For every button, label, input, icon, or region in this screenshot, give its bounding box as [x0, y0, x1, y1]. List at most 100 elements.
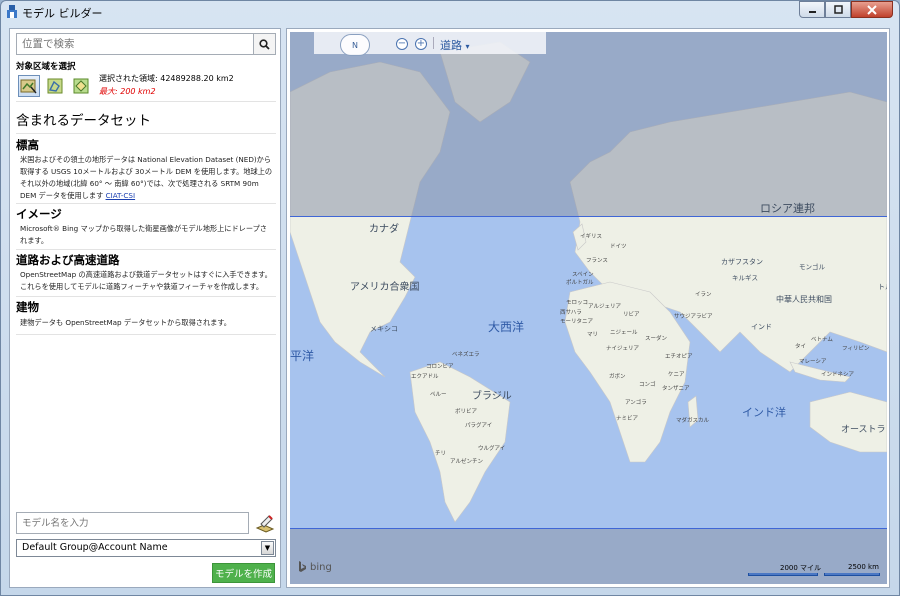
- maximize-icon: [833, 5, 843, 14]
- map-label: リビア: [623, 312, 640, 318]
- map-label: パラグアイ: [465, 423, 493, 429]
- section-title-buildings: 建物: [16, 300, 39, 314]
- map-label: インド洋: [742, 406, 786, 419]
- map-label: スーダン: [645, 336, 668, 342]
- map-label: タイ: [795, 344, 807, 350]
- region-select-tool[interactable]: [70, 75, 92, 97]
- map-style-label: 道路: [440, 39, 462, 52]
- scale-bar-miles: [748, 573, 818, 576]
- map-label: マリ: [587, 332, 599, 338]
- window-title: モデル ビルダー: [22, 7, 103, 20]
- compass-control[interactable]: N: [340, 34, 370, 56]
- map-toolbar: N − + 道路 ▾: [314, 32, 546, 56]
- map-label: モロッコ: [566, 300, 589, 306]
- map-label: 平洋: [290, 349, 315, 363]
- map-label: エチオピア: [665, 354, 693, 360]
- map-label: ブラジル: [472, 391, 512, 402]
- map-label: カナダ: [369, 224, 399, 235]
- model-options-button[interactable]: [254, 512, 276, 534]
- datasets-heading: 含まれるデータセット: [16, 113, 151, 129]
- map-label: ベネズエラ: [452, 352, 480, 358]
- search-input[interactable]: [17, 34, 253, 54]
- section-desc-roads: OpenStreetMap の高速道路および鉄道データセットはすぐに入手できます…: [20, 270, 272, 291]
- map-label: カザフスタン: [721, 258, 763, 266]
- title-bar: モデル ビルダー: [1, 1, 899, 23]
- section-desc-buildings: 建物データも OpenStreetMap データセットから取得されます。: [20, 318, 231, 327]
- toolbar-divider: [433, 37, 434, 49]
- area-select-label: 対象区域を選択: [16, 62, 76, 72]
- minimize-button[interactable]: [799, 1, 825, 18]
- map-label: 中華人民共和国: [776, 295, 832, 304]
- map-label: ウルグアイ: [478, 446, 506, 452]
- map-label: インド: [751, 323, 772, 331]
- divider: [16, 334, 276, 335]
- chevron-down-icon: ▾: [465, 42, 470, 51]
- rectangle-select-icon: [20, 79, 37, 94]
- divider: [16, 133, 276, 134]
- ciat-csi-link[interactable]: CIAT-CSI: [106, 191, 136, 200]
- minimize-icon: [808, 11, 816, 13]
- map-label: メキシコ: [370, 325, 398, 333]
- bing-logo: bing: [298, 561, 332, 573]
- dropdown-arrow-icon[interactable]: ▼: [261, 541, 274, 555]
- map-label: インドネシア: [821, 372, 855, 378]
- map-label: ボリビア: [455, 409, 478, 415]
- map-label: ニジェール: [610, 330, 638, 336]
- group-select[interactable]: Default Group@Account Name ▼: [16, 539, 276, 557]
- section-title-elevation: 標高: [16, 138, 39, 152]
- search-icon: [259, 38, 270, 50]
- map-label: トルコ: [878, 283, 887, 291]
- scale-km: 2500 km: [848, 563, 879, 571]
- scale-bar-km: [824, 573, 880, 576]
- create-model-button[interactable]: モデルを作成: [212, 563, 275, 583]
- map-label: マレーシア: [799, 359, 827, 365]
- map-style-dropdown[interactable]: 道路 ▾: [440, 37, 470, 53]
- map-label: アンゴラ: [625, 400, 647, 406]
- map-label: フィリピン: [842, 346, 870, 352]
- map-label: 大西洋: [488, 320, 525, 334]
- close-icon: [867, 4, 877, 15]
- divider: [16, 203, 276, 204]
- section-title-imagery: イメージ: [16, 207, 62, 221]
- location-search: [16, 33, 276, 55]
- left-panel: 対象区域を選択 選択された領域: 42489288.20 km2 最大: 200…: [9, 28, 281, 588]
- maximize-button[interactable]: [825, 1, 851, 18]
- map-label: キルギス: [732, 274, 758, 282]
- world-map[interactable]: カナダ アメリカ合衆国 メキシコ ブラジル ロシア連邦 中華人民共和国 カザフス…: [290, 32, 887, 584]
- group-select-value: Default Group@Account Name: [22, 542, 168, 553]
- map-label: タンザニア: [662, 386, 690, 392]
- map-label: ケニア: [668, 372, 685, 378]
- app-window: モデル ビルダー 対象区域を選択: [0, 0, 900, 596]
- map-label: フランス: [586, 258, 608, 264]
- map-label: ガボン: [609, 374, 626, 380]
- map-label: スペイン: [572, 272, 594, 278]
- zoom-out-button[interactable]: −: [396, 38, 408, 50]
- search-button[interactable]: [253, 34, 275, 54]
- edit-model-icon: [255, 515, 275, 533]
- zoom-in-button[interactable]: +: [415, 38, 427, 50]
- map-label: ベトナム: [811, 337, 833, 343]
- map-label: サウジアラビア: [674, 314, 713, 320]
- polygon-select-tool[interactable]: [44, 75, 66, 97]
- close-button[interactable]: [851, 1, 893, 18]
- map-unselected-region: [290, 32, 887, 216]
- rectangle-select-tool[interactable]: [18, 75, 40, 97]
- model-name-input[interactable]: [16, 512, 249, 534]
- map-label: マダガスカル: [676, 418, 710, 424]
- bing-icon: [299, 561, 306, 572]
- app-icon: [7, 5, 17, 18]
- map-panel: カナダ アメリカ合衆国 メキシコ ブラジル ロシア連邦 中華人民共和国 カザフス…: [286, 28, 890, 588]
- max-area-text: 最大: 200 km2: [99, 87, 156, 96]
- section-title-roads: 道路および高速道路: [16, 253, 120, 267]
- map-label: ナイジェリア: [606, 346, 640, 352]
- selected-area-text: 選択された領域: 42489288.20 km2: [99, 74, 234, 83]
- map-label: イギリス: [580, 234, 603, 240]
- map-label: モンゴル: [799, 263, 825, 271]
- map-label: コンゴ: [639, 382, 656, 388]
- divider: [16, 101, 276, 102]
- map-label: チリ: [435, 451, 447, 457]
- compass-north: N: [352, 40, 358, 50]
- map-label: 西サハラ: [560, 310, 582, 316]
- map-label: オーストラ: [841, 425, 886, 435]
- map-label: イラン: [695, 292, 712, 298]
